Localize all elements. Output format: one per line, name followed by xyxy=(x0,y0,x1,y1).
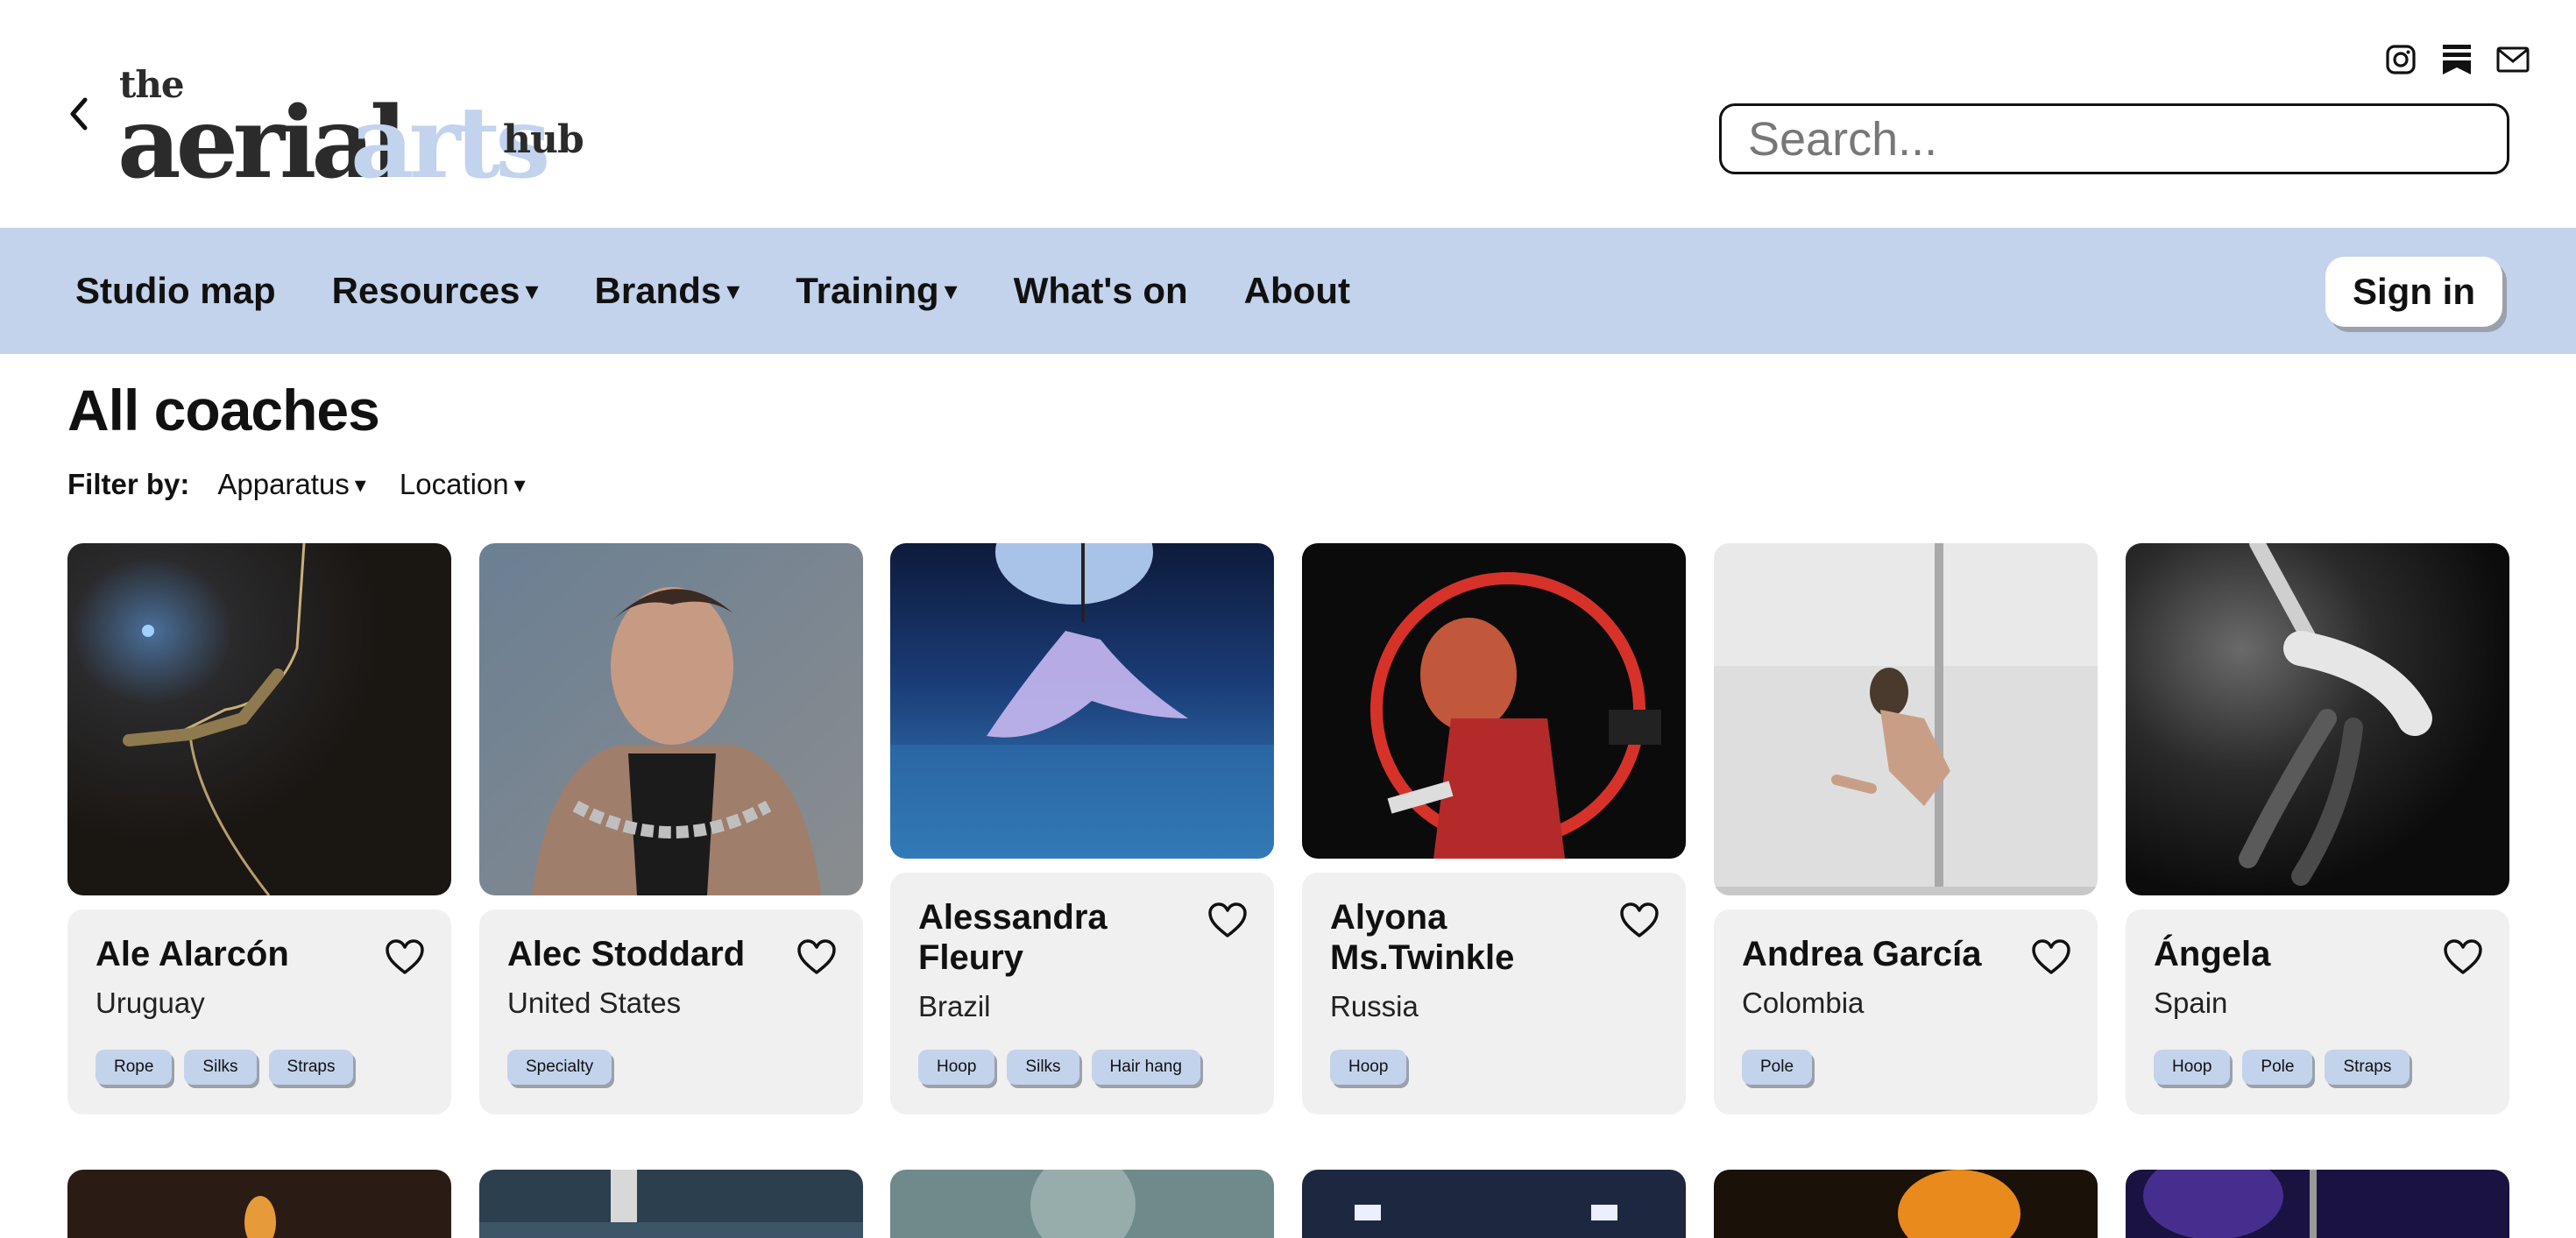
back-chevron-icon[interactable] xyxy=(61,95,96,133)
tag-list: Specialty xyxy=(507,1050,612,1085)
coach-country: Spain xyxy=(2154,987,2228,1019)
nav-label: About xyxy=(1243,270,1350,311)
nav-training[interactable]: Training ▾ xyxy=(796,270,957,312)
tag-list: Hoop Pole Straps xyxy=(2154,1050,2410,1085)
coach-country: Brazil xyxy=(918,990,991,1022)
search-input[interactable] xyxy=(1719,103,2509,174)
caret-down-icon: ▾ xyxy=(726,276,740,306)
coach-country: Russia xyxy=(1330,990,1419,1022)
coach-info: Ale Alarcón Uruguay Rope Silks Straps xyxy=(67,909,451,1114)
coach-name: Alec Stoddard xyxy=(507,935,746,973)
nav-whats-on[interactable]: What's on xyxy=(1014,270,1188,312)
coach-photo-partial[interactable] xyxy=(2126,1170,2509,1238)
coach-name: Ángela xyxy=(2154,935,2271,973)
coach-photo[interactable] xyxy=(1302,543,1686,859)
coach-info: Alessandra Fleury Brazil Hoop Silks Hair… xyxy=(890,873,1274,1114)
filter-location-label: Location xyxy=(399,468,509,500)
heart-icon[interactable] xyxy=(385,939,425,976)
nav-label: Studio map xyxy=(75,270,276,311)
coach-country: Uruguay xyxy=(96,987,205,1019)
coach-photo-partial[interactable] xyxy=(1714,1170,2098,1238)
coach-photo[interactable] xyxy=(1714,543,2098,895)
coach-photo-partial[interactable] xyxy=(67,1170,451,1238)
coach-info: Alyona Ms.Twinkle Russia Hoop xyxy=(1302,873,1686,1114)
coach-photo[interactable] xyxy=(890,543,1274,859)
tag-badge[interactable]: Hoop xyxy=(1330,1050,1407,1085)
coach-name: Ale Alarcón xyxy=(96,935,289,973)
coach-country: United States xyxy=(507,987,682,1019)
caret-down-icon: ▾ xyxy=(525,276,539,306)
main-nav: Studio map Resources ▾ Brands ▾ Training ▾ … xyxy=(0,228,2576,354)
tag-list: Hoop Silks Hair hang xyxy=(918,1050,1200,1085)
tag-badge[interactable]: Hair hang xyxy=(1091,1050,1200,1085)
nav-brands[interactable]: Brands ▾ xyxy=(595,270,740,312)
coach-photo-partial[interactable] xyxy=(1302,1170,1686,1238)
nav-about[interactable]: About xyxy=(1244,270,1350,312)
filter-apparatus-label: Apparatus xyxy=(217,468,350,500)
heart-icon[interactable] xyxy=(1207,902,1248,939)
coach-name: Alyona Ms.Twinkle xyxy=(1330,898,1515,977)
tag-list: Pole xyxy=(1742,1050,1813,1085)
filter-bar: Filter by: Apparatus ▾ Location ▾ xyxy=(67,468,559,501)
coach-card[interactable]: Alessandra Fleury Brazil Hoop Silks Hair… xyxy=(890,543,1274,1114)
nav-label: What's on xyxy=(1013,270,1188,311)
site-logo[interactable]: the aerial arts hub xyxy=(117,61,591,193)
instagram-icon[interactable] xyxy=(2381,40,2420,79)
tag-badge[interactable]: Pole xyxy=(2242,1050,2313,1085)
site-header: the aerial arts hub xyxy=(0,0,2576,228)
coach-photo-partial[interactable] xyxy=(479,1170,863,1238)
page-title: All coaches xyxy=(67,378,380,442)
caret-down-icon: ▾ xyxy=(944,276,958,306)
tag-list: Rope Silks Straps xyxy=(96,1050,354,1085)
nav-label: Brands xyxy=(594,270,722,311)
social-links xyxy=(2381,40,2532,79)
substack-icon[interactable] xyxy=(2438,40,2476,79)
coach-name: Alessandra Fleury xyxy=(918,898,1108,977)
caret-down-icon: ▾ xyxy=(354,470,366,498)
heart-icon[interactable] xyxy=(796,939,837,976)
filter-location-dropdown[interactable]: Location ▾ xyxy=(400,468,526,501)
tag-badge[interactable]: Straps xyxy=(2325,1050,2410,1085)
coach-card[interactable]: Andrea García Colombia Pole xyxy=(1714,543,2098,1114)
coach-photo[interactable] xyxy=(479,543,863,895)
coach-name: Andrea García xyxy=(1742,935,1982,973)
nav-label: Resources xyxy=(331,270,520,311)
tag-badge[interactable]: Rope xyxy=(96,1050,173,1085)
coach-card[interactable]: Ángela Spain Hoop Pole Straps xyxy=(2126,543,2509,1114)
coach-info: Alec Stoddard United States Specialty xyxy=(479,909,863,1114)
tag-badge[interactable]: Silks xyxy=(184,1050,257,1085)
coach-card[interactable]: Alec Stoddard United States Specialty xyxy=(479,543,863,1114)
tag-badge[interactable]: Hoop xyxy=(918,1050,995,1085)
filter-label: Filter by: xyxy=(67,468,190,500)
coach-photo[interactable] xyxy=(2126,543,2509,895)
caret-down-icon: ▾ xyxy=(513,470,526,498)
mail-icon[interactable] xyxy=(2494,40,2532,79)
coach-info: Ángela Spain Hoop Pole Straps xyxy=(2126,909,2509,1114)
sign-in-button[interactable]: Sign in xyxy=(2325,257,2502,327)
coach-card[interactable]: Ale Alarcón Uruguay Rope Silks Straps xyxy=(67,543,451,1114)
tag-list: Hoop xyxy=(1330,1050,1407,1085)
heart-icon[interactable] xyxy=(1619,902,1660,939)
heart-icon[interactable] xyxy=(2031,939,2071,976)
nav-studio-map[interactable]: Studio map xyxy=(75,270,276,312)
nav-resources[interactable]: Resources ▾ xyxy=(332,270,539,312)
filter-apparatus-dropdown[interactable]: Apparatus ▾ xyxy=(217,468,366,501)
tag-badge[interactable]: Specialty xyxy=(507,1050,612,1085)
coach-info: Andrea García Colombia Pole xyxy=(1714,909,2098,1114)
coach-photo-partial[interactable] xyxy=(890,1170,1274,1238)
tag-badge[interactable]: Hoop xyxy=(2154,1050,2231,1085)
coach-card[interactable]: Alyona Ms.Twinkle Russia Hoop xyxy=(1302,543,1686,1114)
tag-badge[interactable]: Pole xyxy=(1742,1050,1813,1085)
coach-photo[interactable] xyxy=(67,543,451,895)
nav-label: Training xyxy=(796,270,939,311)
tag-badge[interactable]: Silks xyxy=(1007,1050,1079,1085)
tag-badge[interactable]: Straps xyxy=(268,1050,354,1085)
logo-hub: hub xyxy=(503,117,584,162)
coach-country: Colombia xyxy=(1742,987,1865,1019)
heart-icon[interactable] xyxy=(2443,939,2483,976)
